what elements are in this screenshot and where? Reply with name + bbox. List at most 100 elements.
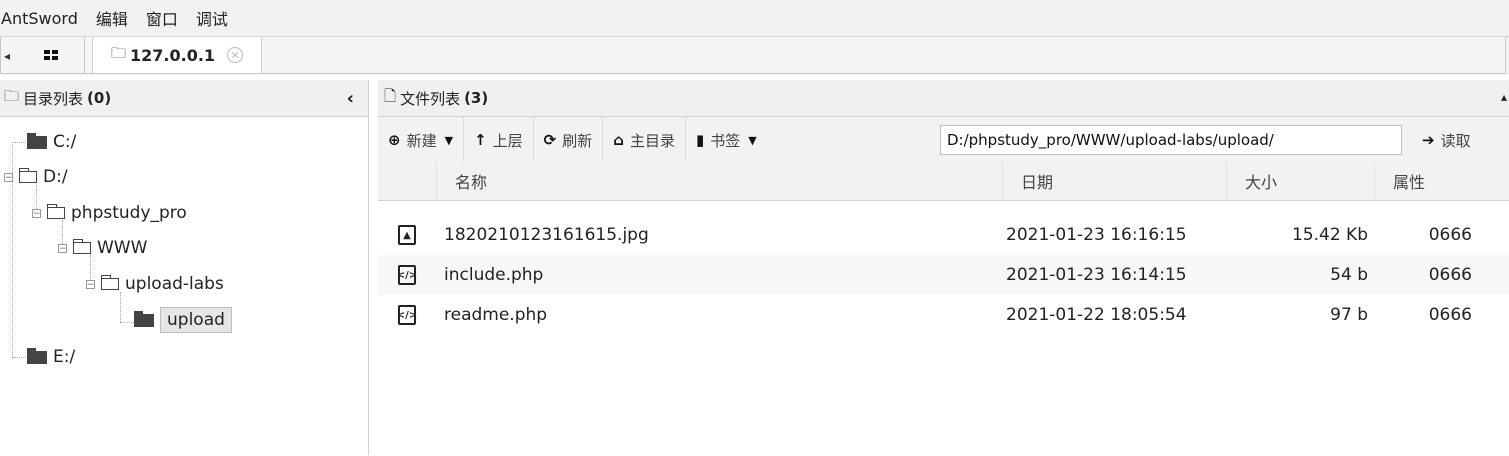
up-button-label: 上层 (492, 131, 523, 150)
directory-panel-header: 🗀 目录列表 (0) ‹ (0, 80, 368, 117)
file-toolbar: ⊕ 新建 ▼ ↑ 上层 ⟳ 刷新 ⌂ 主目录 ▮ 书签 ▼ D:/phpstud… (378, 117, 1509, 164)
directory-tree: C:/ − D:/ − phpstudy_pro − WWW − upload-… (0, 117, 368, 456)
collapse-toggle-icon[interactable]: − (86, 279, 95, 289)
file-date: 2021-01-23 16:16:15 (1006, 225, 1187, 245)
directory-panel: 🗀 目录列表 (0) ‹ C:/ − D:/ − phpstudy_pro − (0, 80, 369, 455)
tree-node-upload-labs[interactable]: − upload-labs (86, 271, 224, 297)
chevron-down-icon: ▼ (444, 133, 454, 147)
plus-circle-icon: ⊕ (388, 131, 401, 149)
folder-closed-icon (27, 132, 47, 149)
column-header-attr[interactable]: 属性 (1374, 162, 1509, 200)
tree-node-label: C:/ (53, 132, 77, 152)
folder-open-icon (47, 204, 65, 219)
collapse-panel-icon[interactable]: ‹ (347, 88, 354, 109)
tab-scroll-left-icon[interactable]: ◂ (4, 49, 10, 63)
menu-window[interactable]: 窗口 (146, 6, 178, 30)
file-date: 2021-01-22 18:05:54 (1006, 305, 1187, 325)
column-header-date[interactable]: 日期 (1002, 162, 1226, 200)
collapse-toggle-icon[interactable]: − (32, 208, 41, 218)
folder-closed-icon (134, 310, 154, 327)
arrow-right-icon: ➔ (1422, 131, 1435, 149)
menu-edit[interactable]: 编辑 (96, 6, 128, 30)
path-input[interactable]: D:/phpstudy_pro/WWW/upload-labs/upload/ (940, 125, 1402, 155)
column-header-attr-label: 属性 (1393, 173, 1426, 192)
table-row[interactable]: </> readme.php 2021-01-22 18:05:54 97 b … (378, 295, 1509, 335)
tree-node-label: upload-labs (125, 274, 224, 294)
home-icon: ⌂ (613, 131, 624, 149)
file-attr: 0666 (1428, 225, 1472, 245)
file-name: 1820210123161615.jpg (444, 225, 649, 245)
column-header-size[interactable]: 大小 (1226, 162, 1374, 200)
bookmark-button-label: 书签 (710, 131, 741, 150)
tree-node-e[interactable]: E:/ (27, 344, 75, 370)
file-outline-icon: 🗋 (384, 86, 397, 105)
folder-closed-icon (27, 347, 47, 364)
image-file-icon: ▲ (398, 225, 416, 245)
tree-node-d[interactable]: − D:/ (4, 164, 68, 190)
collapse-toggle-icon[interactable]: − (58, 243, 67, 253)
grid-icon (44, 50, 58, 60)
table-row[interactable]: ▲ 1820210123161615.jpg 2021-01-23 16:16:… (378, 215, 1509, 255)
folder-outline-icon: 🗀 (4, 86, 20, 105)
folder-icon: 🗀 (111, 43, 127, 62)
tree-node-c[interactable]: C:/ (27, 129, 76, 155)
close-icon[interactable]: ✕ (227, 47, 244, 63)
file-attr: 0666 (1428, 265, 1472, 285)
file-panel-header: 🗋 文件列表 (3) ▴ (378, 80, 1509, 117)
tree-node-label: phpstudy_pro (71, 203, 187, 223)
file-date: 2021-01-23 16:14:15 (1006, 265, 1187, 285)
file-attr: 0666 (1428, 305, 1472, 325)
file-table-header: 名称 日期 大小 属性 (378, 162, 1509, 201)
bookmark-button[interactable]: ▮ 书签 ▼ (686, 117, 767, 163)
column-header-name-label: 名称 (455, 173, 488, 192)
arrow-up-icon: ↑ (474, 131, 487, 149)
tab-home[interactable] (18, 37, 85, 73)
tree-node-www[interactable]: − WWW (58, 235, 147, 261)
read-button-label: 读取 (1440, 131, 1471, 150)
file-panel-title: 文件列表 (400, 89, 461, 108)
file-size: 15.42 Kb (1291, 225, 1368, 245)
code-file-icon: </> (397, 265, 417, 285)
file-size: 97 b (1330, 305, 1368, 325)
tab-host-label: 127.0.0.1 (130, 45, 216, 65)
tab-bar: ◂ 🗀 127.0.0.1 ✕ (0, 36, 1509, 75)
chevron-down-icon: ▼ (748, 133, 757, 147)
tree-node-label: WWW (97, 238, 148, 258)
file-name: include.php (444, 265, 544, 285)
directory-count: (0) (87, 89, 112, 107)
new-button[interactable]: ⊕ 新建 ▼ (378, 117, 465, 163)
menu-bar: AntSword 编辑 窗口 调试 (0, 0, 1509, 36)
home-button-label: 主目录 (630, 131, 676, 150)
refresh-button-label: 刷新 (562, 131, 593, 150)
column-header-name[interactable]: 名称 (436, 162, 1002, 200)
tab-host[interactable]: 🗀 127.0.0.1 ✕ (92, 37, 262, 73)
column-header-size-label: 大小 (1245, 173, 1278, 192)
file-name: readme.php (444, 305, 548, 325)
menu-antsword[interactable]: AntSword (1, 9, 78, 28)
column-header-date-label: 日期 (1021, 173, 1054, 192)
folder-open-icon (19, 168, 37, 183)
tree-node-phpstudy-pro[interactable]: − phpstudy_pro (32, 200, 187, 226)
tree-node-label-selected: upload (160, 307, 232, 333)
refresh-icon: ⟳ (543, 131, 557, 149)
collapse-toggle-icon[interactable]: − (4, 172, 13, 182)
caret-up-icon[interactable]: ▴ (1501, 90, 1507, 104)
code-file-icon: </> (397, 305, 417, 325)
file-count: (3) (464, 89, 489, 107)
file-panel: 🗋 文件列表 (3) ▴ ⊕ 新建 ▼ ↑ 上层 ⟳ 刷新 ⌂ 主目录 ▮ 书签… (378, 80, 1509, 455)
home-button[interactable]: ⌂ 主目录 (603, 117, 687, 163)
read-button[interactable]: ➔ 读取 (1416, 117, 1471, 163)
menu-debug[interactable]: 调试 (196, 6, 228, 30)
tree-node-label: E:/ (53, 347, 76, 367)
folder-open-icon (73, 239, 91, 254)
folder-open-icon (101, 275, 119, 290)
table-row[interactable]: </> include.php 2021-01-23 16:14:15 54 b… (378, 255, 1509, 295)
directory-panel-title: 目录列表 (23, 89, 84, 108)
bookmark-icon: ▮ (696, 131, 705, 149)
file-size: 54 b (1330, 265, 1368, 285)
refresh-button[interactable]: ⟳ 刷新 (534, 117, 604, 163)
new-button-label: 新建 (406, 131, 437, 150)
tree-node-upload[interactable]: upload (134, 307, 232, 333)
up-button[interactable]: ↑ 上层 (464, 117, 534, 163)
tree-node-label: D:/ (43, 167, 68, 187)
